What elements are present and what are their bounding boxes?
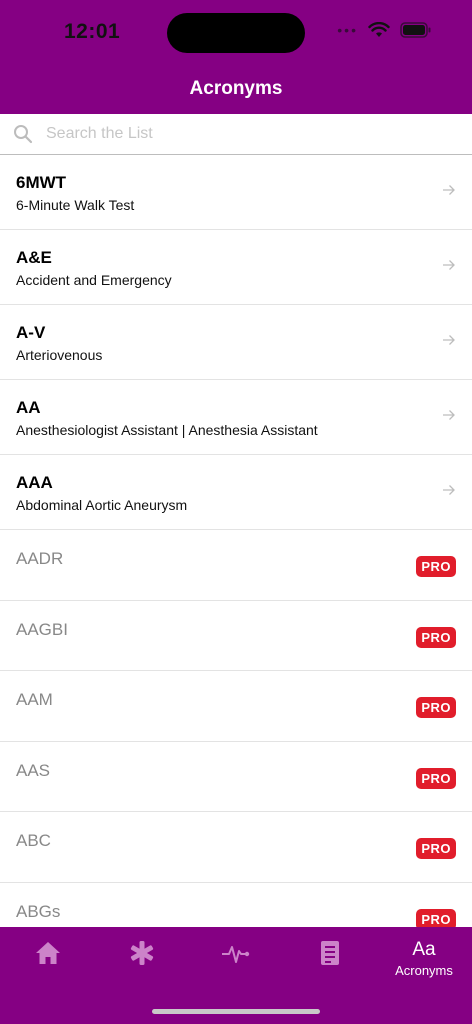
list-item[interactable]: A-V Arteriovenous <box>0 305 472 380</box>
acronym-definition: Accident and Emergency <box>16 272 172 288</box>
list-item-pro[interactable]: AAS PRO <box>0 742 472 812</box>
document-icon <box>321 941 339 965</box>
list-item[interactable]: AA Anesthesiologist Assistant | Anesthes… <box>0 380 472 455</box>
acronym-abbr: ABGs <box>16 901 61 921</box>
page-title: Acronyms <box>189 78 283 99</box>
acronym-abbr: ABC <box>16 831 51 850</box>
pulse-icon <box>222 946 250 963</box>
pro-badge: PRO <box>416 767 456 789</box>
list-item[interactable]: AAA Abdominal Aortic Aneurysm <box>0 455 472 530</box>
arrow-right-icon <box>443 410 455 420</box>
list-item-pro[interactable]: AAM PRO <box>0 671 472 742</box>
search-icon <box>14 125 33 144</box>
search-bar[interactable] <box>0 114 472 155</box>
tab-home[interactable] <box>18 939 78 989</box>
acronym-abbr: AAGBI <box>16 619 68 639</box>
dynamic-island <box>167 13 305 53</box>
acronym-abbr: AAS <box>16 760 51 780</box>
asterisk-icon <box>130 941 154 965</box>
pro-badge: PRO <box>416 838 456 859</box>
acronym-list: 6MWT 6-Minute Walk Test A&E Accident and… <box>0 155 472 927</box>
acronym-abbr: 6MWT <box>16 173 67 192</box>
acronym-abbr: AA <box>16 398 41 417</box>
arrow-right-icon <box>443 485 455 495</box>
acronym-abbr: AADR <box>16 549 64 568</box>
acronyms-icon: Aa <box>412 939 436 960</box>
tab-medical[interactable] <box>112 939 172 989</box>
pro-badge: PRO <box>416 908 456 927</box>
pro-badge: PRO <box>416 626 456 648</box>
signal-dots-icon: ••• <box>337 22 358 38</box>
acronym-definition: 6-Minute Walk Test <box>16 197 135 213</box>
home-indicator <box>152 1009 320 1014</box>
tab-acronyms-label: Acronyms <box>395 963 453 978</box>
status-icons: ••• <box>337 22 432 38</box>
list-item-pro[interactable]: ABGs PRO <box>0 883 472 927</box>
arrow-right-icon <box>443 260 455 270</box>
pro-badge: PRO <box>416 556 456 577</box>
tab-documents[interactable] <box>300 939 360 989</box>
acronym-abbr: A-V <box>16 323 46 342</box>
search-input[interactable] <box>46 125 426 143</box>
acronym-abbr: A&E <box>16 248 52 267</box>
arrow-right-icon <box>443 335 455 345</box>
status-time: 12:01 <box>64 20 121 43</box>
list-item-pro[interactable]: AADR PRO <box>0 530 472 601</box>
list-item[interactable]: A&E Accident and Emergency <box>0 230 472 305</box>
acronym-abbr: AAM <box>16 690 53 709</box>
list-item-pro[interactable]: AAGBI PRO <box>0 601 472 671</box>
wifi-icon <box>368 22 390 37</box>
pro-badge: PRO <box>416 697 456 718</box>
home-icon <box>36 942 60 964</box>
arrow-right-icon <box>443 185 455 195</box>
list-item-pro[interactable]: ABC PRO <box>0 812 472 883</box>
acronym-definition: Anesthesiologist Assistant | Anesthesia … <box>16 422 318 438</box>
acronym-definition: Abdominal Aortic Aneurysm <box>16 497 188 513</box>
list-item[interactable]: 6MWT 6-Minute Walk Test <box>0 155 472 230</box>
acronym-abbr: AAA <box>16 473 53 492</box>
battery-icon <box>400 22 431 38</box>
tab-acronyms[interactable]: Aa Acronyms <box>394 939 454 989</box>
tab-vitals[interactable] <box>206 939 266 989</box>
acronym-definition: Arteriovenous <box>16 347 103 363</box>
app-header: 12:01 ••• Acronyms <box>0 0 472 114</box>
